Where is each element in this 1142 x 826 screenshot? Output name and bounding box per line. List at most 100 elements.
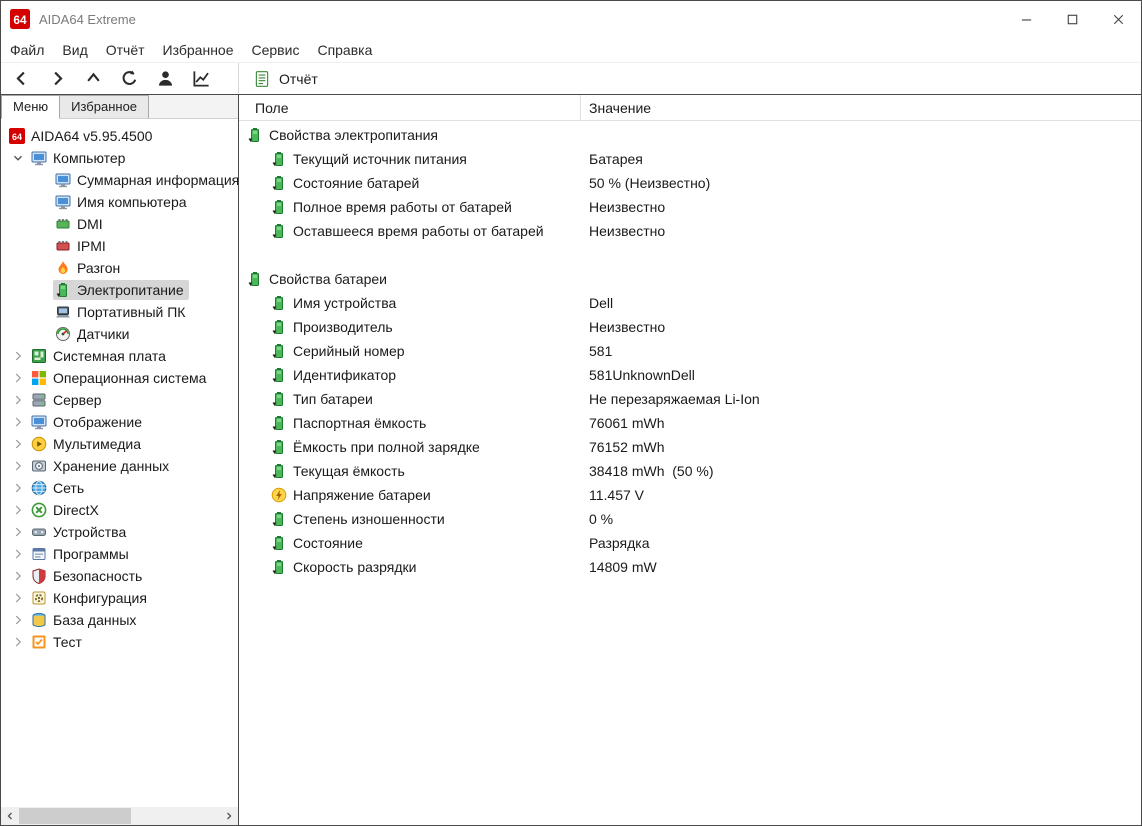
chevron-right-icon[interactable] [7, 436, 29, 452]
chevron-right-icon[interactable] [7, 392, 29, 408]
chevron-right-icon[interactable] [7, 348, 29, 364]
user-button[interactable] [147, 65, 183, 93]
tree-item[interactable]: DirectX [1, 499, 238, 521]
scrollbar-track[interactable] [19, 807, 220, 825]
column-header-value[interactable]: Значение [581, 95, 651, 120]
forward-button[interactable] [39, 65, 75, 93]
up-button[interactable] [75, 65, 111, 93]
chevron-right-icon[interactable] [7, 546, 29, 562]
tree-item-label: Тест [53, 634, 82, 650]
tree-item[interactable]: Компьютер [1, 147, 238, 169]
table-row[interactable]: Ёмкость при полной зарядке 76152 mWh [239, 435, 1141, 459]
menu-item-tools[interactable]: Сервис [243, 39, 309, 61]
table-group-row[interactable]: Свойства батареи [239, 267, 1141, 291]
field-text: Степень изношенности [293, 511, 445, 527]
tree-item[interactable]: Системная плата [1, 345, 238, 367]
chevron-right-icon[interactable] [7, 634, 29, 650]
scroll-right-button[interactable] [220, 807, 238, 825]
table-row[interactable]: Скорость разрядки 14809 mW [239, 555, 1141, 579]
tree-item[interactable]: IPMI [1, 235, 238, 257]
tree-item[interactable]: Отображение [1, 411, 238, 433]
menu-item-help[interactable]: Справка [308, 39, 381, 61]
close-button[interactable] [1095, 1, 1141, 37]
tree-item[interactable]: Датчики [1, 323, 238, 345]
laptop-icon [55, 304, 71, 320]
tree-item[interactable]: Устройства [1, 521, 238, 543]
chevron-right-icon[interactable] [7, 568, 29, 584]
tree-item[interactable]: Тест [1, 631, 238, 653]
value-text: Батарея [589, 151, 643, 167]
tree-item[interactable]: Имя компьютера [1, 191, 238, 213]
chevron-right-icon[interactable] [7, 370, 29, 386]
table-row[interactable]: Полное время работы от батарей Неизвестно [239, 195, 1141, 219]
tree-item-label: Электропитание [77, 282, 184, 298]
table-row[interactable]: Производитель Неизвестно [239, 315, 1141, 339]
chevron-right-icon[interactable] [7, 480, 29, 496]
tree-item[interactable]: Сеть [1, 477, 238, 499]
table-row[interactable]: Состояние батарей 50 % (Неизвестно) [239, 171, 1141, 195]
tree-item[interactable]: DMI [1, 213, 238, 235]
scrollbar-thumb[interactable] [19, 808, 131, 824]
maximize-button[interactable] [1049, 1, 1095, 37]
table-row[interactable]: Идентификатор 581UnknownDell [239, 363, 1141, 387]
table-row[interactable]: Тип батареи Не перезаряжаемая Li-Ion [239, 387, 1141, 411]
table-row[interactable]: Напряжение батареи 11.457 V [239, 483, 1141, 507]
chevron-right-icon[interactable] [7, 612, 29, 628]
field-text: Свойства электропитания [269, 127, 438, 143]
chevron-right-icon[interactable] [7, 458, 29, 474]
table-row[interactable]: Текущая ёмкость 38418 mWh (50 %) [239, 459, 1141, 483]
back-button[interactable] [3, 65, 39, 93]
menu-item-view[interactable]: Вид [53, 39, 96, 61]
field-text: Тип батареи [293, 391, 373, 407]
horizontal-scrollbar[interactable] [1, 807, 238, 825]
tab-favorites[interactable]: Избранное [59, 95, 150, 118]
chevron-right-icon[interactable] [7, 590, 29, 606]
tree-item[interactable]: Электропитание [1, 279, 238, 301]
tree-item[interactable]: 64 AIDA64 v5.95.4500 [1, 125, 238, 147]
scroll-left-button[interactable] [1, 807, 19, 825]
tree-item-label: IPMI [77, 238, 106, 254]
tree-item[interactable]: Конфигурация [1, 587, 238, 609]
chart-button[interactable] [183, 65, 219, 93]
tree-item-label: Датчики [77, 326, 130, 342]
tree-item[interactable]: Хранение данных [1, 455, 238, 477]
tree-item[interactable]: База данных [1, 609, 238, 631]
tree-item[interactable]: Операционная система [1, 367, 238, 389]
chevron-down-icon[interactable] [7, 150, 29, 166]
tree-item[interactable]: Мультимедиа [1, 433, 238, 455]
report-button[interactable]: Отчёт [239, 63, 318, 94]
table-row[interactable]: Серийный номер 581 [239, 339, 1141, 363]
menu-item-file[interactable]: Файл [1, 39, 53, 61]
table-row[interactable]: Степень изношенности 0 % [239, 507, 1141, 531]
table-row[interactable]: Паспортная ёмкость 76061 mWh [239, 411, 1141, 435]
tree-item[interactable]: Программы [1, 543, 238, 565]
tab-menu[interactable]: Меню [1, 95, 61, 119]
table-group-row[interactable]: Свойства электропитания [239, 123, 1141, 147]
report-table-body: Свойства электропитания Текущий источник … [239, 121, 1141, 825]
chevron-right-icon[interactable] [7, 414, 29, 430]
tree-item[interactable]: Суммарная информация [1, 169, 238, 191]
menu-item-report[interactable]: Отчёт [97, 39, 154, 61]
menu-item-favorites[interactable]: Избранное [154, 39, 243, 61]
tree-item[interactable]: Сервер [1, 389, 238, 411]
tree-item-label: Портативный ПК [77, 304, 186, 320]
table-row[interactable]: Оставшееся время работы от батарей Неизве… [239, 219, 1141, 243]
tree-item[interactable]: Портативный ПК [1, 301, 238, 323]
minimize-button[interactable] [1003, 1, 1049, 37]
table-row[interactable]: Состояние Разрядка [239, 531, 1141, 555]
column-header-field[interactable]: Поле [239, 95, 581, 120]
security-icon [31, 568, 47, 584]
tree-item[interactable]: Безопасность [1, 565, 238, 587]
table-row[interactable]: Текущий источник питания Батарея [239, 147, 1141, 171]
tree-item[interactable]: Разгон [1, 257, 238, 279]
refresh-button[interactable] [111, 65, 147, 93]
table-row[interactable]: Имя устройства Dell [239, 291, 1141, 315]
chevron-right-icon[interactable] [7, 502, 29, 518]
up-icon [84, 69, 103, 88]
tree-item-label: Сеть [53, 480, 85, 496]
chevron-right-icon[interactable] [7, 524, 29, 540]
